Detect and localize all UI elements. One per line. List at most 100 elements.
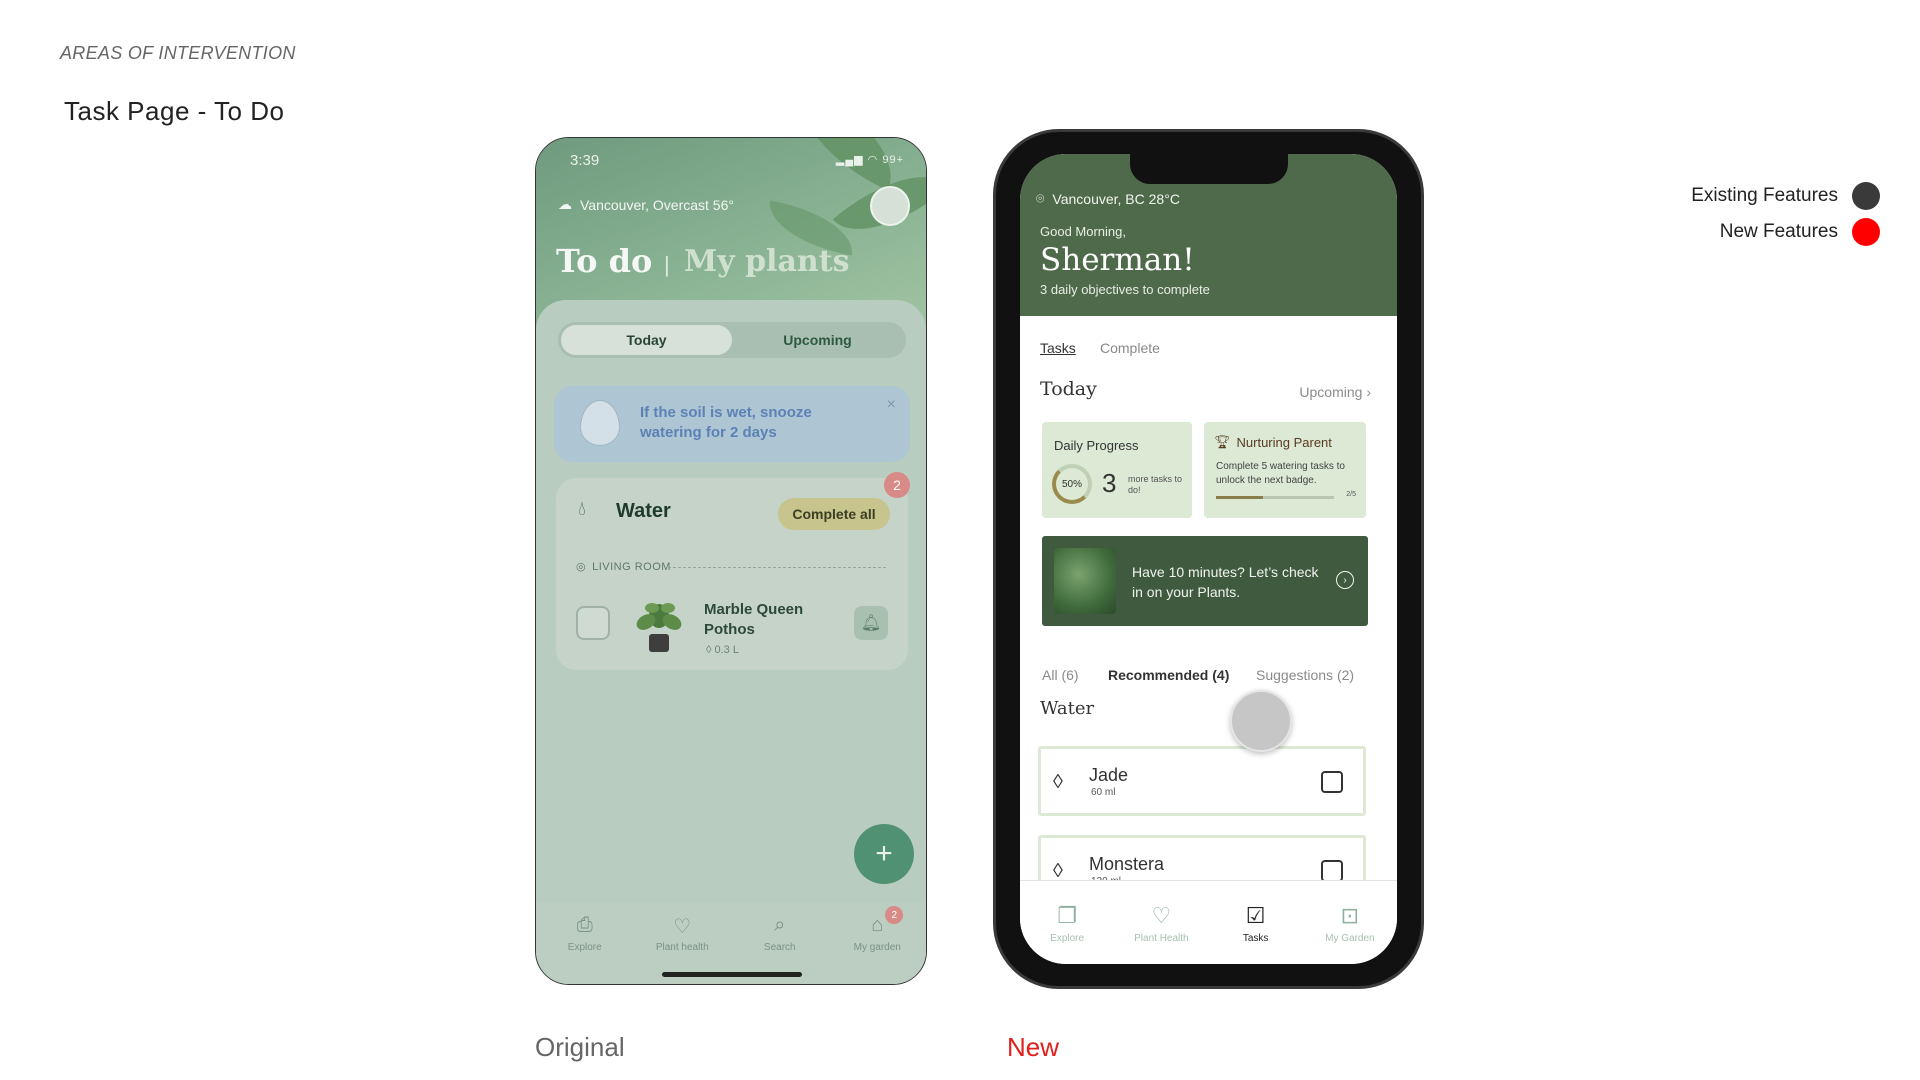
calendar-check-icon: ☑	[1245, 903, 1266, 928]
task-checkbox[interactable]	[576, 606, 610, 640]
nav-my-garden[interactable]: ⊡ My Garden	[1310, 903, 1390, 964]
legend-new-dot	[1852, 218, 1880, 246]
water-drop-icon: 💧︎	[578, 498, 586, 520]
battery-label: 99+	[882, 154, 904, 166]
nav-label: Explore	[1050, 933, 1085, 944]
filter-all[interactable]: All (6)	[1042, 667, 1079, 683]
today-heading: Today	[1040, 378, 1097, 400]
location-text: Vancouver, BC 28°C	[1052, 190, 1180, 207]
nav-plant-health[interactable]: ♡ Plant Health	[1121, 903, 1201, 964]
nav-label: My garden	[853, 942, 901, 953]
explore-icon: ⎙	[576, 914, 593, 936]
task-checkbox[interactable]	[1321, 860, 1343, 882]
nav-label: Plant Health	[1134, 933, 1189, 944]
nav-explore[interactable]: ❐ Explore	[1027, 903, 1107, 964]
day-segmented-control: Today Upcoming	[558, 322, 906, 358]
badge-title-row: 🏆︎ Nurturing Parent	[1214, 434, 1332, 450]
segment-upcoming[interactable]: Upcoming	[732, 325, 903, 355]
nav-label: Tasks	[1242, 933, 1269, 944]
new-phone-mockup: ⌾ Vancouver, BC 28°C Good Morning, Sherm…	[993, 129, 1424, 989]
caption-original: Original	[535, 1032, 625, 1062]
room-name: LIVING ROOM	[592, 560, 671, 573]
badge-description: Complete 5 watering tasks to unlock the …	[1216, 461, 1345, 486]
home-indicator	[662, 972, 802, 977]
add-task-button[interactable]: +	[854, 824, 914, 884]
segment-today[interactable]: Today	[561, 325, 732, 355]
daily-progress-card: Daily Progress 50% 3 more tasks to do!	[1042, 422, 1192, 518]
tab-tasks[interactable]: Tasks	[1040, 340, 1076, 356]
amount-value: 0.3 L	[714, 644, 739, 656]
plant-thumbnail	[636, 603, 682, 652]
task-plant-name: Monstera	[1089, 854, 1165, 874]
water-section-heading: Water	[1040, 698, 1095, 719]
water-task-card: 💧︎ Water Complete all 2 ◎ LIVING ROOM Ma…	[556, 472, 910, 670]
section-label: AREAS OF INTERVENTION	[60, 43, 296, 63]
plant-name: Marble Queen Pothos	[704, 601, 804, 638]
filter-recommended[interactable]: Recommended (4)	[1108, 667, 1229, 683]
water-drop-icon: ◊	[1053, 771, 1063, 793]
phone-notch	[1130, 154, 1288, 184]
task-checkbox[interactable]	[1321, 771, 1343, 793]
tasks-remaining-label: more tasks to do!	[1128, 474, 1183, 495]
cloud-icon: ☁	[558, 196, 572, 212]
upcoming-link[interactable]: Upcoming ›	[1299, 384, 1371, 400]
legend-existing: Existing Features	[1691, 182, 1880, 210]
task-amount: 60 ml	[1091, 787, 1116, 798]
badge-progress-bar	[1216, 496, 1334, 499]
task-plant-name: Jade	[1089, 765, 1129, 785]
page-title: Task Page - To Do	[64, 96, 285, 126]
heart-pulse-icon: ♡	[1151, 903, 1172, 928]
filter-suggestions[interactable]: Suggestions (2)	[1256, 667, 1354, 683]
legend-new-label: New Features	[1719, 221, 1838, 242]
weather-text: Vancouver, Overcast 56°	[580, 196, 734, 213]
greeting: Good Morning,	[1040, 224, 1126, 239]
count-badge: 2	[884, 472, 910, 498]
task-row[interactable]: ◊ Jade 60 ml	[1038, 746, 1366, 816]
plant-amount: ◊ 0.3 L	[706, 644, 739, 656]
close-icon[interactable]: ×	[887, 396, 896, 414]
progress-title: Daily Progress	[1054, 438, 1139, 453]
tasks-remaining-count: 3	[1102, 468, 1117, 498]
snooze-tip-banner[interactable]: If the soil is wet, snooze watering for …	[554, 386, 910, 462]
tab-todo[interactable]: To do	[556, 242, 652, 280]
snooze-bell-icon[interactable]: 🔔︎	[854, 606, 888, 640]
badge-progress-card: 🏆︎ Nurturing Parent Complete 5 watering …	[1204, 422, 1366, 518]
home-icon: ⌂	[871, 914, 884, 936]
search-icon: ⌕	[774, 914, 786, 936]
tab-complete[interactable]: Complete	[1100, 340, 1160, 356]
location-pin-icon: ◎	[576, 561, 587, 573]
badge-progress-fill	[1216, 496, 1264, 499]
legend-existing-dot	[1852, 182, 1880, 210]
location-pin-icon: ⌾	[1036, 190, 1045, 206]
nav-my-garden[interactable]: ⌂ My garden 2	[837, 906, 917, 984]
monstera-leaf-image	[1054, 548, 1116, 614]
chevron-right-icon[interactable]: ›	[1336, 571, 1354, 589]
banner-text: If the soil is wet, snooze watering for …	[640, 404, 812, 441]
objectives-summary: 3 daily objectives to complete	[1040, 282, 1210, 297]
check-in-promo-card[interactable]: Have 10 minutes? Let’s check in on your …	[1042, 536, 1368, 626]
title-separator: |	[664, 252, 670, 277]
progress-percent: 50%	[1061, 478, 1082, 490]
status-icons: ▂▄▆ ◠ 99+	[835, 154, 904, 166]
heart-pulse-icon: ♡	[673, 916, 692, 938]
trophy-icon: 🏆︎	[1214, 434, 1231, 449]
divider	[668, 567, 886, 568]
legend-existing-label: Existing Features	[1691, 185, 1838, 206]
nav-explore[interactable]: ⎙ Explore	[545, 914, 625, 984]
sleeping-drop-icon	[580, 400, 620, 446]
tab-my-plants[interactable]: My plants	[684, 244, 849, 279]
weather-location: ☁ Vancouver, Overcast 56°	[558, 196, 734, 213]
new-phone-screen: ⌾ Vancouver, BC 28°C Good Morning, Sherm…	[1020, 154, 1397, 964]
progress-ring: 50%	[1052, 464, 1092, 504]
user-name: Sherman!	[1040, 242, 1195, 278]
location-weather: ⌾ Vancouver, BC 28°C	[1036, 190, 1180, 207]
nav-label: Search	[763, 942, 796, 953]
nav-tasks[interactable]: ☑ Tasks	[1216, 903, 1296, 964]
nav-label: My Garden	[1325, 933, 1375, 944]
book-icon: ❐	[1057, 903, 1077, 928]
caption-new: New	[1007, 1032, 1060, 1062]
avatar[interactable]	[870, 186, 910, 226]
complete-all-button[interactable]: Complete all	[778, 498, 890, 530]
nav-label: Plant health	[655, 942, 709, 953]
legend-new: New Features	[1720, 218, 1880, 246]
